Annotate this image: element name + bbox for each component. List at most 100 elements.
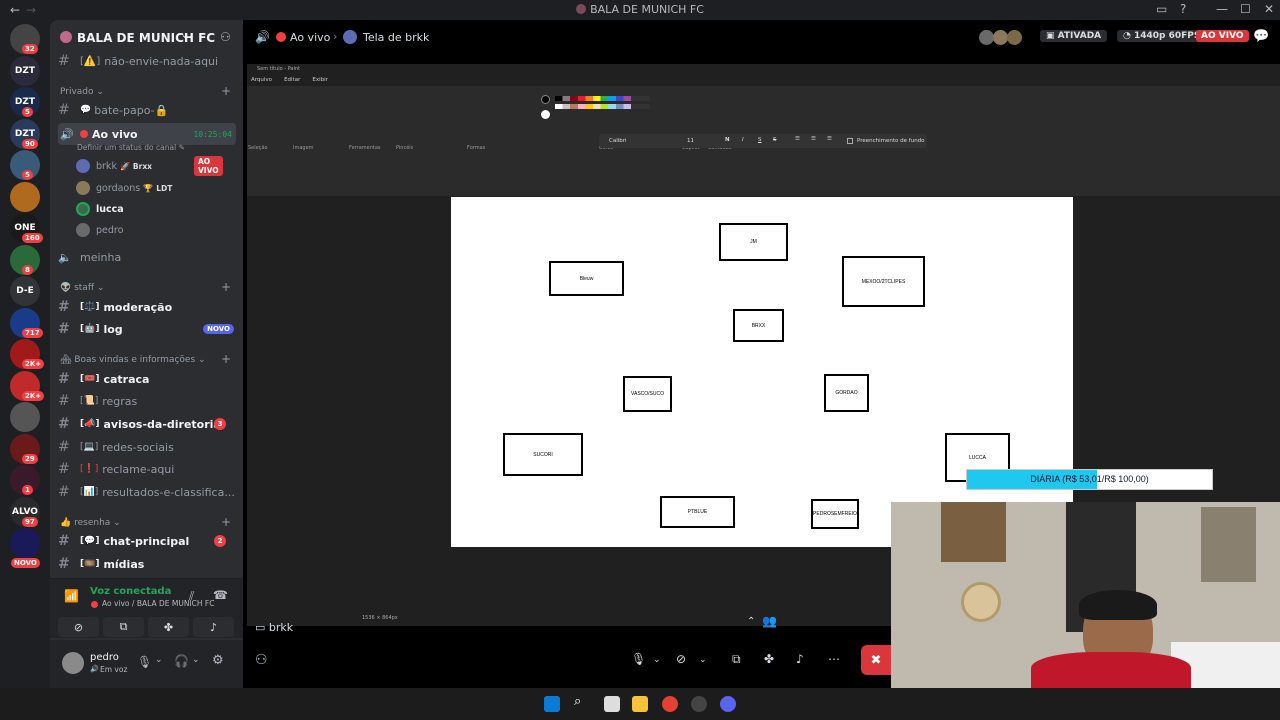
chevron-down-icon[interactable]: ⌄ [653, 655, 661, 665]
underline-icon[interactable]: S [758, 137, 762, 143]
category-resenha[interactable]: 👍 resenha ⌄ [60, 518, 121, 528]
chrome-icon[interactable] [662, 696, 678, 712]
discord-icon[interactable] [720, 696, 736, 712]
font-family-select[interactable]: Calibri [609, 138, 627, 144]
chevron-up-icon[interactable]: ⌃ [747, 616, 755, 627]
box-label: SUCORI [533, 451, 553, 458]
add-channel-icon[interactable]: + [221, 84, 231, 98]
channel-log[interactable]: # [🤖] log NOVO [58, 319, 236, 339]
voice-user-lucca[interactable]: lucca [76, 199, 124, 219]
color-palette[interactable] [541, 93, 651, 121]
category-boas-vindas[interactable]: 🏘 Boas vindas e informações ⌄ [60, 355, 206, 365]
file-explorer-icon[interactable] [632, 696, 648, 712]
share-screen-button[interactable]: ⧉ [103, 617, 144, 637]
headphones-icon[interactable]: 🎧 [174, 654, 189, 668]
channel-resultados[interactable]: # [📊] resultados-e-classifica... [58, 482, 236, 502]
server-icon[interactable] [10, 402, 40, 432]
camera-off-button[interactable]: ⊘ [58, 617, 99, 637]
channel-midias[interactable]: # [🎞️] mídias [58, 554, 236, 574]
windows-start-icon[interactable] [544, 696, 560, 712]
chevron-down-icon[interactable]: ⌄ [192, 655, 200, 665]
leave-call-button[interactable]: ✖ [861, 645, 891, 675]
obs-icon[interactable] [691, 696, 707, 712]
disconnect-icon[interactable]: ☎ [213, 588, 228, 602]
chat-bubble-icon[interactable]: 💬 [1253, 29, 1269, 44]
voice-user-pedro[interactable]: pedro [76, 220, 123, 240]
avatar [993, 30, 1008, 45]
minimize-icon[interactable]: — [1216, 2, 1228, 16]
user-name[interactable]: pedro [90, 652, 119, 663]
primary-color-swatch[interactable] [541, 95, 550, 104]
avatar[interactable] [62, 652, 84, 674]
microphone-icon[interactable]: 🎙 [631, 652, 646, 666]
voice-channel-ao-vivo[interactable]: 🔊 Ao vivo 10:25:04 [58, 123, 236, 145]
channel-status-prompt[interactable]: Definir um status do canal ✎ [77, 143, 185, 152]
maximize-icon[interactable]: ☐ [1240, 2, 1251, 16]
activities-button[interactable]: ✤ [148, 617, 189, 637]
chevron-down-icon[interactable]: ⌄ [699, 655, 707, 665]
new-servers-badge[interactable]: NOVO [11, 558, 40, 568]
microphone-icon[interactable]: 🎙 [137, 655, 152, 669]
align-right-icon[interactable]: ☰ [827, 136, 832, 142]
screen-share-icon[interactable]: ⧉ [732, 652, 741, 667]
align-center-icon[interactable]: ☰ [811, 136, 816, 142]
secondary-color-swatch[interactable] [541, 110, 550, 119]
user-name: pedro [96, 224, 124, 236]
avatar [76, 181, 90, 195]
server-icon[interactable]: DZT [10, 55, 40, 86]
channel-regras[interactable]: # [📜] regras [58, 391, 236, 411]
voice-channel-meinha[interactable]: 🔈 meinha [58, 247, 236, 267]
category-staff[interactable]: 👽 staff ⌄ [60, 283, 104, 293]
italic-icon[interactable]: I [742, 137, 744, 143]
channel-moderacao[interactable]: # [⚖️] moderação [58, 297, 236, 317]
channel-catraca[interactable]: # [🎟️] catraca [58, 369, 236, 389]
stream-channel-name[interactable]: Ao vivo [290, 31, 330, 44]
noise-suppression-icon[interactable]: ⫽ [189, 589, 194, 604]
chevron-down-icon[interactable]: ⌄ [155, 655, 163, 665]
font-size-select[interactable]: 11 [687, 138, 694, 144]
stream-viewer-tag: ▭ brkk [255, 621, 293, 634]
members-icon[interactable]: 👥 [762, 614, 777, 628]
server-icon[interactable]: D-E [10, 276, 40, 306]
menu-editar[interactable]: Editar [284, 77, 300, 83]
channel-bate-papo[interactable]: # 💬 bate-papo-🔒 [58, 100, 236, 120]
server-icon[interactable] [10, 181, 40, 212]
inbox-icon[interactable]: ▭ [1156, 2, 1167, 16]
add-member-icon[interactable]: ⚇ [220, 30, 231, 44]
strikethrough-icon[interactable]: S [773, 137, 777, 143]
hash-icon: # [58, 321, 70, 337]
menu-arquivo[interactable]: Arquivo [251, 77, 272, 83]
task-view-icon[interactable] [604, 696, 620, 712]
help-icon[interactable]: ? [1180, 2, 1186, 16]
soundboard-icon[interactable]: ♪ [796, 652, 804, 666]
add-channel-icon[interactable]: + [221, 515, 231, 529]
voice-location[interactable]: Ao vivo / BALA DE MUNICH FC [102, 599, 214, 608]
channel-redes[interactable]: # [💻] redes-sociais [58, 437, 236, 457]
close-icon[interactable]: ✕ [1264, 2, 1274, 16]
search-icon[interactable]: ⌕ [574, 694, 590, 710]
gear-icon[interactable]: ⚙ [212, 653, 224, 668]
voice-user-gordaons[interactable]: gordaons 🏆 LDT [76, 178, 172, 198]
channel-reclame[interactable]: # [❗] reclame-aqui [58, 459, 236, 479]
activities-icon[interactable]: ✤ [764, 652, 774, 666]
channel-nao-envie[interactable]: # [⚠️] não-envie-nada-aqui [58, 51, 236, 71]
speaker-icon: 🔊 [60, 127, 74, 141]
channel-avisos[interactable]: # [📣] avisos-da-diretoria 3 [58, 414, 236, 434]
channel-chat-principal[interactable]: # [💬] chat-principal 2 [58, 531, 236, 551]
voice-user-brkk[interactable]: brkk 🚀 Brxx AO VIVO [76, 156, 223, 176]
fill-checkbox[interactable] [847, 138, 853, 144]
soundboard-button[interactable]: ♪ [193, 617, 234, 637]
voice-status[interactable]: Voz conectada [90, 586, 171, 597]
add-people-icon[interactable]: ⚇ [255, 652, 268, 668]
camera-off-icon[interactable]: ⊘ [676, 652, 686, 666]
viewer-avatars[interactable] [979, 30, 1024, 45]
menu-exibir[interactable]: Exibir [312, 77, 328, 83]
add-channel-icon[interactable]: + [221, 280, 231, 294]
more-options-icon[interactable]: ⋯ [828, 652, 840, 666]
server-icon[interactable] [10, 528, 40, 558]
add-channel-icon[interactable]: + [221, 352, 231, 366]
category-privado[interactable]: Privado ⌄ [60, 87, 104, 97]
paint-canvas[interactable]: JM Bleuw MEXOO/2TCLIPES BRXX VASCO/SUCO … [451, 197, 1073, 547]
align-left-icon[interactable]: ☰ [795, 136, 800, 142]
bold-icon[interactable]: N [725, 137, 730, 143]
